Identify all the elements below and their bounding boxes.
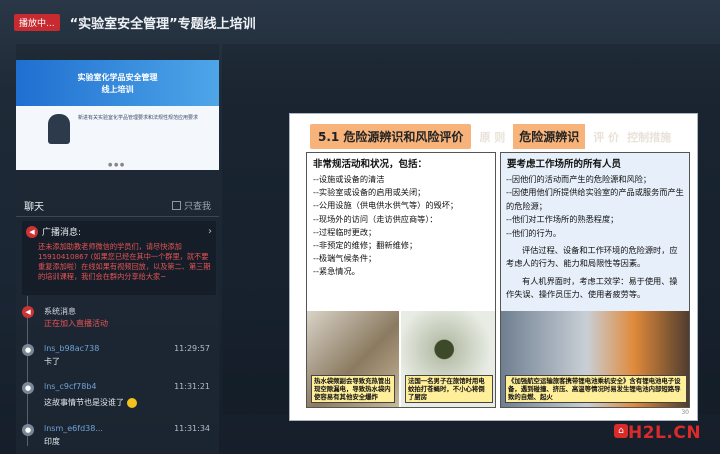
user-avatar-icon: ● [22,424,34,436]
right-photos: 《加强航空运输旅客携带锂电池乘机安全》含有锂电池电子设备，遇到碰撞、挤压、高温等… [501,311,689,407]
user-avatar-icon: ● [22,344,34,356]
chat-message: ● lns_c9cf78b4 11:31:21 这故事情节也是没谁了 [22,382,216,418]
message-text: 卡了 [44,357,60,366]
slide-tab-active: 危险源辨识 [513,124,586,149]
chat-message: ● lnsm_e6fd38... 11:31:34 印度 [22,424,216,454]
list-item: --他们对工作场所的熟悉程度； [506,214,619,225]
system-speaker-icon: ◀ [22,306,34,318]
message-sender[interactable]: lns_b98ac738 [44,344,99,353]
right-heading: 要考虑工作场所的所有人员 [507,159,622,170]
message-time: 11:31:34 [174,424,210,433]
smile-emoji-icon [127,397,137,408]
checkbox-icon[interactable] [171,201,181,210]
left-panel: 实验室化学品安全管理 线上培训 新进有关实验室化学品管理要求和法规性规范应用要求… [16,44,219,454]
chat-message: ● lns_b98ac738 11:29:57 卡了 [22,344,216,374]
chat-message-system: ◀ 系统消息 正在加入直播活动 [22,306,216,336]
user-avatar-icon: ● [22,382,34,394]
photo-caption: 热水袋频副会导致充热管出现空隙漏电，导致热水袋内使容易有其他安全爆炸 [311,375,395,403]
speaker-icon: ◀ [26,225,38,238]
list-item: --非预定的维修；翻新维修； [313,240,418,251]
list-item: --实验室或设备的启用或关闭； [313,187,426,198]
photo-caption: 法国一名男子在旅馆时用电蚊拍打苍蝇时，不小心将倒了厨房 [405,375,493,403]
fly-photo: 法国一名男子在旅馆时用电蚊拍打苍蝇时，不小心将倒了厨房 [401,311,495,407]
preview-body: 新进有关实验室化学品管理要求和法规性规范应用要求 ● ● ● [16,106,219,170]
list-item: --极端气候条件； [313,253,377,264]
only-view-toggle[interactable]: 只查我 [171,199,211,212]
stream-title: “实验室安全管理”专题线上培训 [69,16,256,32]
message-text: 这故事情节也是没谁了 [44,397,137,408]
page-number: 30 [681,409,689,416]
live-badge: 播放中... [14,13,60,31]
list-item: --设施或设备的清洁 [313,174,385,184]
message-sender: 系统消息 [44,307,76,316]
preview-heading: 实验室化学品安全管理 线上培训 [16,60,219,106]
broadcast-message[interactable]: ◀ 广播消息: › 还未添加助教老师微信的学员们，请尽快添加1591041086… [22,221,216,295]
slide-tab-dim: 控制措施 [627,130,672,144]
message-time: 11:31:21 [174,382,210,391]
paragraph: 有人机界面时，考虑工效学：易于使用、操作失误、操作员压力、使用者疲劳等。 [506,275,678,300]
presenter-avatar [48,114,70,144]
left-content-box: 非常规活动和状况，包括： --设施或设备的清洁 --实验室或设备的启用或关闭； … [306,152,496,408]
list-item: --因使用他们所提供给实验室的产品或服务而产生的危险源； [506,187,684,211]
list-item: --紧急情况。 [313,266,360,277]
presentation-slide: 5.1 危险源辨识和风险评价 原 则 危险源辨识 评 价 控制措施 非常规活动和… [289,113,698,421]
list-item: --现场外的访问（走访供应商等）： [313,213,438,224]
cabin-photo: 《加强航空运输旅客携带锂电池乘机安全》含有锂电池电子设备，遇到碰撞、挤压、高温等… [501,311,689,407]
chat-title: 聊天 [24,202,44,213]
list-item: --公用设施（供电供水供气等）的毁坏； [313,200,459,211]
message-time: 11:29:57 [174,344,210,353]
watermark: H2L.CN [628,423,702,443]
right-content-box: 要考虑工作场所的所有人员 --因他们的活动而产生的危险源和风险； --因使用他们… [500,152,690,408]
list-item: --他们的行为。 [506,227,562,238]
slide-section-title: 5.1 危险源辨识和风险评价 [310,124,472,149]
slide-tabs: 5.1 危险源辨识和风险评价 原 则 危险源辨识 评 价 控制措施 [310,124,671,149]
message-text: 正在加入直播活动 [44,319,108,328]
preview-dots: ● ● ● [108,162,125,168]
slide-tab-dim: 评 价 [593,130,620,144]
chat-header: 聊天 只查我 [16,195,219,217]
message-sender[interactable]: lns_c9cf78b4 [44,382,97,391]
left-photos: 热水袋频副会导致充热管出现空隙漏电，导致热水袋内使容易有其他安全爆炸 法国一名男… [307,311,495,407]
message-text: 印度 [44,437,60,446]
broadcast-text: 还未添加助教老师微信的学员们，请尽快添加15910410867 (如果您已经在其… [38,242,211,281]
chevron-right-icon[interactable]: › [208,226,212,237]
presenter-preview[interactable]: 实验室化学品安全管理 线上培训 新进有关实验室化学品管理要求和法规性规范应用要求… [16,60,219,170]
h2l-logo-icon: ⌂ [614,424,628,438]
slide-tab-dim: 原 则 [479,130,506,144]
photo-caption: 《加强航空运输旅客携带锂电池乘机安全》含有锂电池电子设备，遇到碰撞、挤压、高温等… [505,375,687,403]
paragraph: 评估过程、设备和工作环境的危险源时，应考虑人的行为、能力和局限性等因素。 [506,245,678,269]
list-item: --过程临时更改； [313,226,377,237]
message-sender[interactable]: lnsm_e6fd38... [44,424,103,433]
top-bar: 播放中... “实验室安全管理”专题线上培训 [0,0,720,44]
hot-water-bag-photo: 热水袋频副会导致充热管出现空隙漏电，导致热水袋内使容易有其他安全爆炸 [307,311,401,407]
list-item: --因他们的活动而产生的危险源和风险； [506,174,652,184]
left-heading: 非常规活动和状况，包括： [313,159,428,170]
preview-text: 新进有关实验室化学品管理要求和法规性规范应用要求 [78,115,199,121]
broadcast-title: 广播消息: [42,228,82,238]
